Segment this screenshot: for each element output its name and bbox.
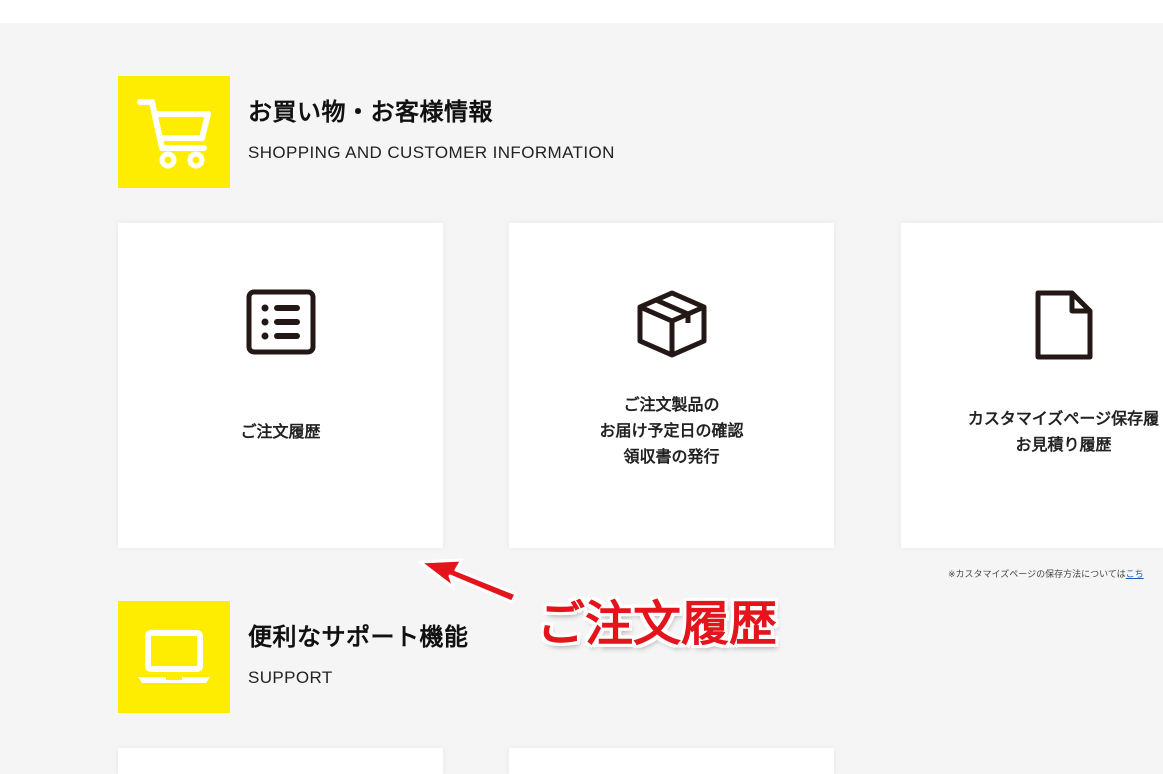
laptop-icon [118, 601, 230, 713]
card-delivery-check[interactable]: ご注文製品の お届け予定日の確認 領収書の発行 [509, 223, 834, 548]
card-label: ご注文製品の お届け予定日の確認 領収書の発行 [599, 395, 744, 466]
annotation-label: ご注文履歴 [537, 596, 778, 652]
top-bar [0, 0, 1163, 23]
card-order-history[interactable]: ご注文履歴 [118, 223, 443, 548]
card-label: ご注文履歴 [240, 422, 321, 441]
section-subtitle-support: SUPPORT [248, 668, 333, 687]
customize-note: ※カスタマイズページの保存方法についてはこち [948, 567, 1144, 580]
card-support-1[interactable] [118, 748, 443, 774]
card-customize-history[interactable]: カスタマイズページ保存履 お見積り履歴 [901, 223, 1163, 548]
section-subtitle-shopping: SHOPPING AND CUSTOMER INFORMATION [248, 143, 615, 162]
document-icon [901, 289, 1163, 361]
box-icon [509, 289, 834, 359]
note-text: ※カスタマイズページの保存方法については [948, 570, 1126, 580]
section-title-shopping: お買い物・お客様情報 [248, 98, 493, 126]
annotation-arrow-icon [412, 552, 522, 616]
shopping-cart-icon [118, 76, 230, 188]
card-label: カスタマイズページ保存履 お見積り履歴 [967, 409, 1160, 454]
note-link[interactable]: こち [1126, 570, 1144, 580]
section-title-support: 便利なサポート機能 [248, 623, 469, 651]
card-support-2[interactable] [509, 748, 834, 774]
list-icon [118, 289, 443, 355]
